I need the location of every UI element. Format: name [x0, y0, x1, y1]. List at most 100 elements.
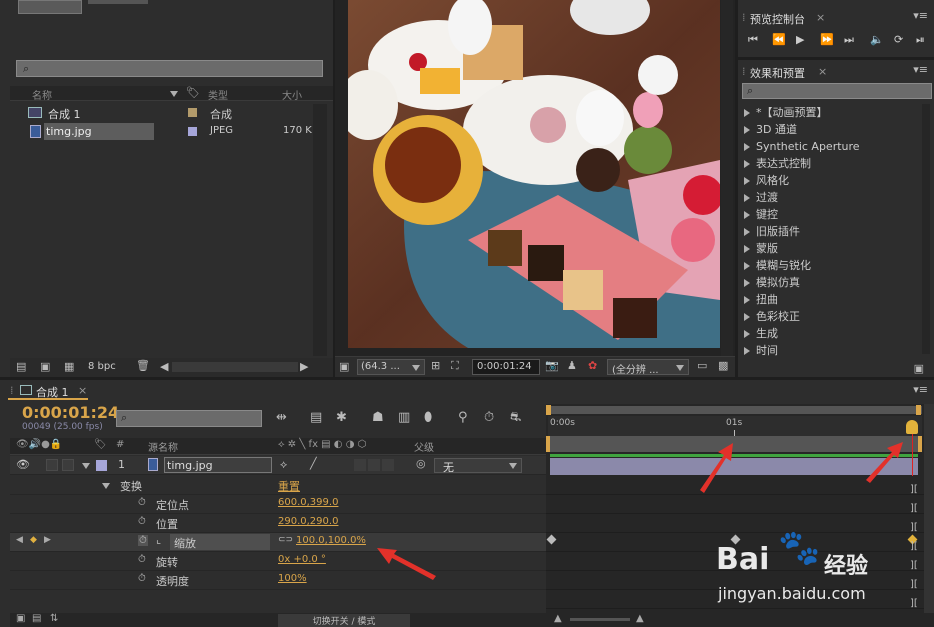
prev-keyframe-icon[interactable]: ◀ — [16, 535, 23, 545]
work-start-marker[interactable] — [546, 405, 551, 415]
timeline-tab[interactable]: ⁞ 合成 1 × — [8, 382, 88, 400]
stopwatch-icon[interactable]: ⏱ — [484, 410, 494, 425]
shy-icon[interactable]: ☗ — [372, 410, 384, 425]
expand-icon[interactable] — [744, 347, 750, 355]
zoom-dropdown[interactable]: (64.3 ... — [357, 359, 425, 375]
project-item-image[interactable]: timg.jpg JPEG 170 K — [10, 123, 333, 141]
constrain-link-icon[interactable]: ⊂⊃ — [278, 535, 293, 545]
effect-category[interactable]: 表达式控制 — [738, 155, 934, 172]
eye-icon[interactable]: 👁 — [16, 458, 30, 471]
expand-icon[interactable] — [744, 126, 750, 134]
timeline-timecode[interactable]: 0:00:01:24 — [22, 403, 119, 422]
panel-menu-icon[interactable]: ▾≡ — [913, 9, 928, 22]
preview-tab[interactable]: ⁞ 预览控制台 × — [740, 8, 830, 26]
expand-layer-icon[interactable]: ▣ — [16, 613, 25, 624]
source-name-column[interactable]: 源名称 — [148, 439, 178, 454]
quality-switch-icon[interactable]: ╱ — [310, 457, 317, 470]
audio-icon[interactable]: 🔈 — [870, 33, 884, 46]
column-name[interactable]: 名称 — [32, 87, 52, 102]
expand-icon[interactable] — [744, 194, 750, 202]
property-value[interactable]: 0x +0.0 ° — [278, 554, 326, 565]
lock-box[interactable] — [62, 459, 74, 471]
project-item-comp[interactable]: 合成 1 合成 ⊞ — [10, 104, 333, 122]
playhead-handle[interactable] — [906, 420, 918, 434]
property-row[interactable]: ⏱ ⌞ ⊂⊃ 缩放 100.0,100.0% — [10, 533, 546, 552]
property-row[interactable]: ⏱ 定位点 600.0,399.0 — [10, 495, 546, 514]
draft-3d-icon[interactable]: ✱ — [336, 410, 347, 425]
expand-icon[interactable] — [744, 296, 750, 304]
effect-category[interactable]: 蒙版 — [738, 240, 934, 257]
expand-icon[interactable] — [744, 109, 750, 117]
switch-pane-icon[interactable]: ⇅ — [50, 613, 58, 624]
solo-box[interactable] — [46, 459, 58, 471]
property-value[interactable]: 600.0,399.0 — [278, 497, 338, 508]
next-frame-icon[interactable]: ⏩ — [820, 33, 834, 46]
new-folder-icon[interactable]: ▣ — [40, 360, 50, 373]
column-type[interactable]: 类型 — [208, 87, 228, 102]
first-frame-icon[interactable]: ⏮ — [748, 33, 758, 47]
effects-search-input[interactable]: ⌕ — [742, 83, 932, 99]
reset-link[interactable]: 重置 — [278, 478, 300, 494]
roi-icon[interactable]: ▭ — [697, 359, 707, 372]
viewer-timecode[interactable]: 0:00:01:24 — [472, 359, 540, 375]
property-row[interactable]: ⏱ 透明度 100% — [10, 571, 546, 590]
horizontal-scrollbar[interactable] — [172, 362, 298, 372]
new-bin-icon[interactable]: ▣ — [914, 362, 924, 375]
effect-category[interactable]: 过渡 — [738, 189, 934, 206]
shy-switch-icon[interactable]: ⟡ — [280, 458, 287, 472]
region-icon[interactable]: ⛶ — [451, 359, 459, 373]
live-update-icon[interactable]: ▤ — [310, 410, 322, 425]
switch-box-2[interactable] — [368, 459, 380, 471]
show-snapshot-icon[interactable]: ♟ — [567, 359, 577, 372]
effect-category[interactable]: 时间 — [738, 342, 934, 359]
layer-duration-bar[interactable] — [550, 458, 918, 475]
property-value[interactable]: 100.0,100.0% — [296, 535, 366, 546]
expand-icon[interactable] — [102, 483, 110, 489]
expand-icon[interactable] — [744, 211, 750, 219]
expand-icon[interactable] — [744, 262, 750, 270]
add-keyframe-icon[interactable]: ◆ — [30, 535, 37, 545]
time-ruler[interactable]: 0:00s 01s — [548, 416, 922, 436]
graph-editor-icon[interactable]: ⚲ — [458, 410, 468, 425]
expand-icon[interactable] — [744, 177, 750, 185]
stopwatch-icon[interactable]: ⏱ — [138, 573, 146, 584]
effect-category[interactable]: 模糊与锐化 — [738, 257, 934, 274]
new-comp-icon[interactable]: ▦ — [64, 360, 74, 373]
parent-column[interactable]: 父级 — [414, 439, 434, 454]
panel-menu-icon[interactable]: ▾≡ — [913, 383, 928, 396]
close-icon[interactable]: × — [818, 65, 827, 78]
work-area-bar[interactable] — [548, 406, 922, 414]
footage-image[interactable] — [348, 0, 720, 348]
effect-category[interactable]: 生成 — [738, 325, 934, 342]
stopwatch-icon[interactable]: ⏱ — [138, 516, 146, 527]
expand-icon[interactable] — [744, 330, 750, 338]
ram-preview-icon[interactable]: ⏯ — [916, 33, 925, 47]
close-icon[interactable]: × — [816, 11, 825, 24]
brainstorm-icon[interactable]: ⛐ — [510, 410, 521, 427]
parent-dropdown[interactable]: 无 — [434, 458, 522, 474]
stopwatch-icon[interactable]: ⏱ — [138, 535, 148, 546]
effect-category[interactable]: 模拟仿真 — [738, 274, 934, 291]
expand-icon[interactable] — [744, 245, 750, 253]
close-icon[interactable]: × — [78, 384, 87, 397]
expand-icon[interactable] — [82, 463, 90, 469]
timeline-search-input[interactable]: ⌕ — [116, 410, 262, 427]
expand-icon[interactable] — [744, 160, 750, 168]
effect-category[interactable]: 键控 — [738, 206, 934, 223]
viewer-scrollbar[interactable] — [721, 0, 733, 356]
interpret-footage-icon[interactable]: ▤ — [16, 360, 26, 373]
loop-icon[interactable]: ⟳ — [894, 33, 903, 46]
switch-box-1[interactable] — [354, 459, 366, 471]
prev-frame-icon[interactable]: ⏪ — [772, 33, 786, 46]
property-value[interactable]: 100% — [278, 573, 307, 584]
frame-blend-icon[interactable]: ▥ — [398, 410, 410, 425]
transform-row[interactable]: 变换 重置 — [10, 476, 546, 495]
next-keyframe-icon[interactable]: ▶ — [44, 535, 51, 545]
effect-category[interactable]: 色彩校正 — [738, 308, 934, 325]
effects-tab[interactable]: ⁞ 效果和预置 × — [740, 62, 830, 80]
expand-icon[interactable] — [744, 228, 750, 236]
panel-menu-icon[interactable]: ▾≡ — [913, 63, 928, 76]
property-row[interactable]: ⏱ 旋转 0x +0.0 ° — [10, 552, 546, 571]
project-search-input[interactable]: ⌕ — [16, 60, 323, 77]
effect-category[interactable]: *【动画预置】 — [738, 104, 934, 121]
